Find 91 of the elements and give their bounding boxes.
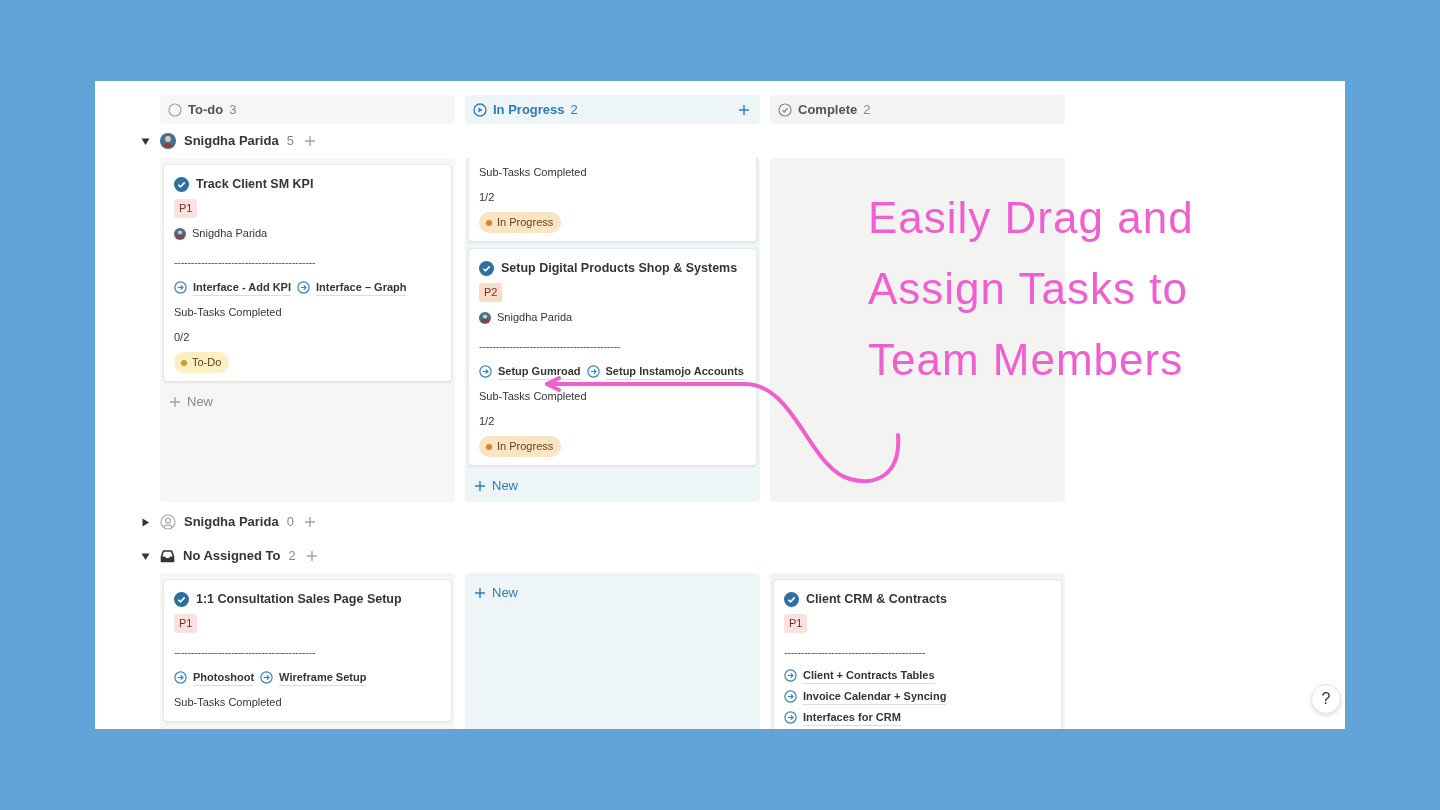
priority-tag: P2 bbox=[479, 283, 503, 302]
column-count: 2 bbox=[570, 100, 578, 119]
subtask-link[interactable]: Invoice Calendar + Syncing bbox=[803, 687, 947, 706]
arrow-circle-icon bbox=[479, 365, 492, 378]
column-title: In Progress bbox=[493, 100, 565, 119]
arrow-circle-icon bbox=[297, 281, 310, 294]
subtasks-label: Sub-Tasks Completed bbox=[174, 305, 282, 321]
annotation-text: Team Members bbox=[868, 334, 1185, 386]
check-circle-icon bbox=[778, 102, 792, 117]
plus-icon bbox=[303, 135, 316, 147]
assignee-name: Snigdha Parida bbox=[497, 310, 573, 326]
subtasks-label: Sub-Tasks Completed bbox=[479, 389, 587, 405]
plus-icon bbox=[303, 516, 316, 528]
toggle-button[interactable] bbox=[141, 136, 152, 146]
subtasks-label: Sub-Tasks Completed bbox=[479, 165, 587, 181]
card-title: Setup Digital Products Shop & Systems bbox=[501, 259, 738, 277]
subtask-link[interactable]: Photoshoot bbox=[193, 668, 255, 687]
plus-icon bbox=[738, 103, 750, 116]
check-circle-icon bbox=[784, 591, 799, 607]
task-card[interactable]: Client CRM & Contracts P1 ------------------------------------------ Client + Contracts Tables Invoice Calendar + Syncing Interfaces for CRM bbox=[773, 579, 1062, 729]
annotation-text: Assign Tasks to bbox=[868, 263, 1189, 315]
arrow-circle-icon bbox=[174, 281, 187, 294]
card-title: Track Client SM KPI bbox=[196, 175, 314, 193]
column-title: Complete bbox=[798, 100, 858, 119]
arrow-circle-icon bbox=[784, 669, 797, 682]
new-button[interactable]: New bbox=[468, 579, 524, 607]
subtask-link[interactable]: Client + Contracts Tables bbox=[803, 666, 935, 685]
subtask-link[interactable]: Setup Instamojo Accounts bbox=[605, 362, 744, 381]
status-tag: In Progress bbox=[479, 436, 562, 457]
subtasks-count: 1/2 bbox=[479, 414, 495, 430]
assignee-name: Snigdha Parida bbox=[192, 226, 268, 242]
arrow-circle-icon bbox=[260, 671, 274, 684]
subtask-link[interactable]: Setup Gumroad bbox=[498, 362, 581, 381]
caret-icon bbox=[141, 517, 150, 527]
arrow-circle-icon bbox=[784, 711, 797, 724]
avatar-icon bbox=[160, 133, 176, 149]
play-circle-icon bbox=[473, 102, 487, 117]
caret-icon bbox=[141, 136, 150, 146]
divider-text: ------------------------------------------ bbox=[784, 645, 926, 661]
plus-icon bbox=[169, 396, 181, 408]
check-circle-icon bbox=[174, 591, 189, 607]
divider-text: ------------------------------------------ bbox=[174, 255, 316, 271]
subtasks-count: 0/2 bbox=[174, 330, 190, 346]
status-tag: In Progress bbox=[479, 212, 562, 233]
subtasks-label: Sub-Tasks Completed bbox=[174, 695, 282, 711]
plus-icon bbox=[474, 587, 486, 599]
group-title: Snigdha Parida bbox=[184, 132, 279, 151]
subtask-link[interactable]: Interface – Graph bbox=[316, 278, 407, 297]
circle-icon bbox=[168, 102, 182, 117]
arrow-circle-icon bbox=[784, 690, 797, 703]
group-title: No Assigned To bbox=[183, 547, 281, 566]
toggle-button[interactable] bbox=[141, 517, 152, 527]
card-title: Client CRM & Contracts bbox=[806, 590, 947, 608]
task-card[interactable]: 1:1 Consultation Sales Page Setup P1 ------------------------------------------ Photoshoot Wireframe Setup Sub-Tasks Completed bbox=[163, 579, 452, 722]
divider-text: ------------------------------------------ bbox=[479, 339, 621, 355]
help-button[interactable]: ? bbox=[1311, 684, 1341, 714]
group-count: 2 bbox=[288, 547, 296, 566]
arrow-circle-icon bbox=[586, 365, 600, 378]
plus-icon bbox=[474, 480, 486, 492]
priority-tag: P1 bbox=[784, 614, 808, 633]
arrow-circle-icon bbox=[174, 671, 187, 684]
group-count: 0 bbox=[286, 513, 294, 532]
person-icon bbox=[160, 514, 176, 530]
check-circle-icon bbox=[479, 260, 494, 276]
subtasks-count: 1/2 bbox=[479, 190, 495, 206]
priority-tag: P1 bbox=[174, 199, 198, 218]
column-title: To-do bbox=[188, 100, 224, 119]
task-card[interactable]: Setup Digital Products Shop & Systems P2 Snigdha Parida ------------------------------------------ Setup Gumroad Setup Instamojo Accounts Sub-Tasks Completed 1/2 In Progress bbox=[468, 248, 757, 466]
plus-icon bbox=[305, 550, 318, 562]
task-card[interactable]: Track Client SM KPI P1 Snigdha Parida ------------------------------------------ Interface - Add KPI Interface – Graph Sub-Tasks Completed 0/2 To-Do bbox=[163, 164, 452, 382]
group-title: Snigdha Parida bbox=[184, 513, 279, 532]
avatar-icon bbox=[479, 311, 491, 324]
new-button[interactable]: New bbox=[468, 472, 524, 500]
divider-text: ------------------------------------------ bbox=[174, 645, 316, 661]
column-count: 3 bbox=[229, 100, 237, 119]
inbox-icon bbox=[160, 549, 175, 563]
subtask-link[interactable]: Interfaces for CRM bbox=[803, 708, 901, 727]
priority-tag: P1 bbox=[174, 614, 198, 633]
task-card[interactable]: Sub-Tasks Completed 1/2 In Progress bbox=[468, 158, 757, 242]
status-tag: To-Do bbox=[174, 352, 230, 373]
column-count: 2 bbox=[863, 100, 871, 119]
subtask-link[interactable]: Wireframe Setup bbox=[279, 668, 367, 687]
group-count: 5 bbox=[286, 132, 294, 151]
subtask-link[interactable]: Interface - Add KPI bbox=[193, 278, 291, 297]
card-title: 1:1 Consultation Sales Page Setup bbox=[196, 590, 402, 608]
annotation-text: Easily Drag and bbox=[868, 192, 1194, 244]
toggle-button[interactable] bbox=[141, 551, 152, 561]
caret-icon bbox=[141, 551, 150, 561]
add-button[interactable] bbox=[736, 103, 752, 116]
avatar-icon bbox=[174, 227, 186, 240]
check-circle-icon bbox=[174, 176, 189, 192]
